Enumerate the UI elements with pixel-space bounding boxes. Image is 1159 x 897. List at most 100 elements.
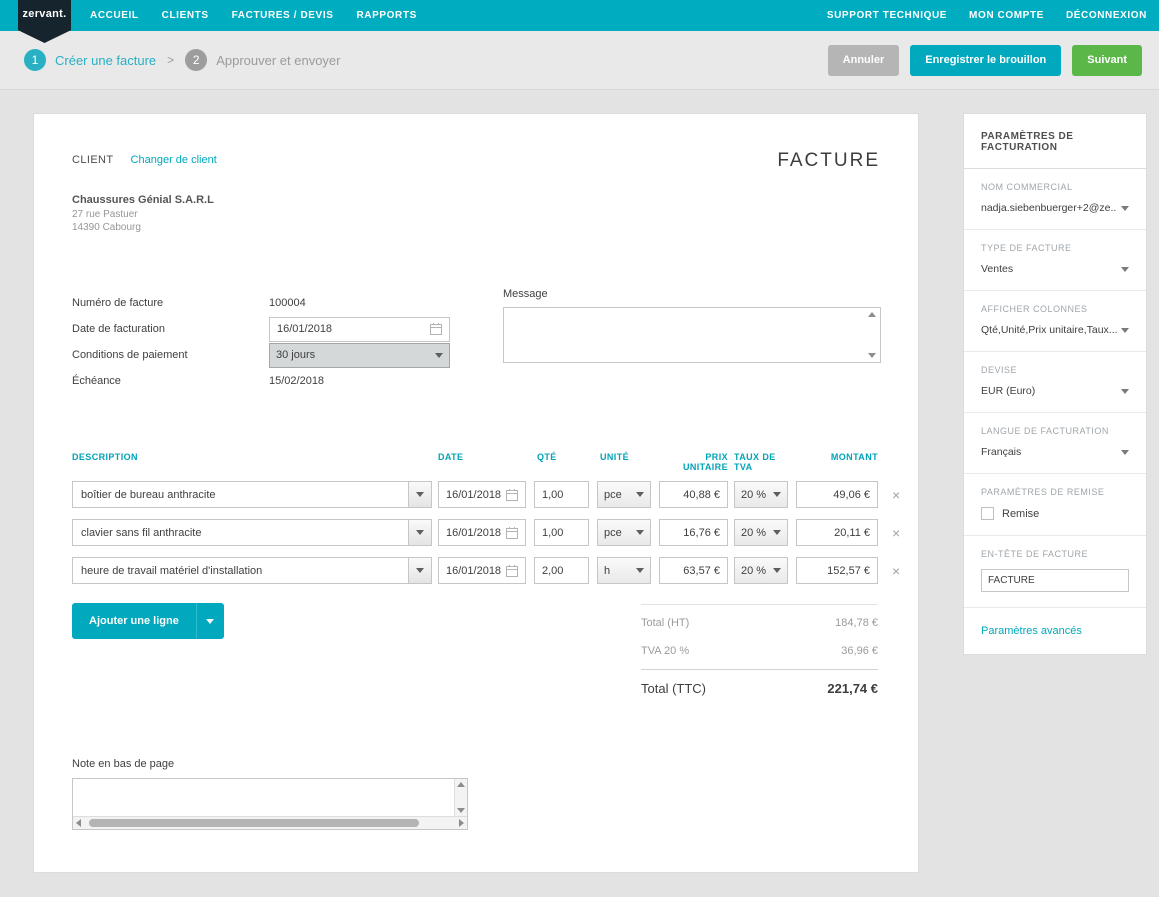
qty-value[interactable] <box>542 558 581 583</box>
qty-input[interactable] <box>534 557 589 584</box>
payment-terms-select[interactable]: 30 jours <box>269 343 450 368</box>
combo-dropdown-button[interactable] <box>408 482 431 507</box>
invoice-title: FACTURE <box>777 150 880 172</box>
invoice-number-row: Numéro de facture 100004 <box>72 290 492 316</box>
language-select[interactable]: Français <box>981 446 1129 458</box>
currency-label: DEVISE <box>981 365 1129 375</box>
unit-price-value[interactable] <box>667 558 720 583</box>
columns-value: Qté,Unité,Prix unitaire,Taux... <box>981 324 1117 336</box>
chevron-down-icon <box>773 568 781 573</box>
line-date-value[interactable] <box>446 520 506 545</box>
advanced-settings-link[interactable]: Paramètres avancés <box>981 625 1082 637</box>
vertical-scrollbar[interactable] <box>454 779 467 816</box>
sidebar-title: PARAMÈTRES DE FACTURATION <box>964 114 1146 169</box>
invoice-date-value[interactable] <box>277 318 430 341</box>
scroll-left-icon[interactable] <box>76 819 81 827</box>
amount-value[interactable] <box>804 520 870 545</box>
step-1-indicator: 1 <box>24 49 46 71</box>
invoice-type-select[interactable]: Ventes <box>981 263 1129 275</box>
invoice-card: CLIENT Changer de client FACTURE Chaussu… <box>33 113 919 873</box>
amount-input[interactable] <box>796 519 878 546</box>
add-line-button[interactable]: Ajouter une ligne <box>72 603 197 639</box>
line-date-input[interactable] <box>438 557 526 584</box>
columns-select[interactable]: Qté,Unité,Prix unitaire,Taux... <box>981 324 1129 336</box>
next-button[interactable]: Suivant <box>1072 45 1142 76</box>
description-combobox[interactable] <box>72 519 432 546</box>
calendar-icon <box>506 527 518 539</box>
nav-item-accueil[interactable]: ACCUEIL <box>90 10 139 21</box>
nav-item-deconnexion[interactable]: DÉCONNEXION <box>1066 10 1147 21</box>
unit-price-value[interactable] <box>667 520 720 545</box>
description-combobox[interactable] <box>72 481 432 508</box>
amount-value[interactable] <box>804 482 870 507</box>
client-info: Chaussures Génial S.A.R.L 27 rue Pastuer… <box>72 194 214 234</box>
invoice-date-input[interactable] <box>269 317 450 342</box>
cancel-button[interactable]: Annuler <box>828 45 900 76</box>
chevron-down-icon <box>1121 450 1129 455</box>
invoice-header-input[interactable] <box>981 569 1129 592</box>
description-input[interactable] <box>73 558 408 583</box>
vat-row: TVA 20 % 36,96 € <box>641 637 878 665</box>
footer-note-textarea[interactable] <box>72 778 468 830</box>
description-input[interactable] <box>73 482 408 507</box>
horizontal-scrollbar[interactable] <box>73 816 467 829</box>
amount-value[interactable] <box>804 558 870 583</box>
currency-select[interactable]: EUR (Euro) <box>981 385 1129 397</box>
header-qty: QTÉ <box>534 452 589 472</box>
chevron-down-icon <box>416 530 424 535</box>
unit-select[interactable]: h <box>597 557 651 584</box>
qty-input[interactable] <box>534 481 589 508</box>
vat-value: 20 % <box>741 489 766 501</box>
unit-price-input[interactable] <box>659 481 728 508</box>
line-date-value[interactable] <box>446 558 506 583</box>
top-nav: ACCUEIL CLIENTS FACTURES / DEVIS RAPPORT… <box>0 0 1159 31</box>
vat-select[interactable]: 20 % <box>734 557 788 584</box>
delete-line-button[interactable]: × <box>892 526 900 540</box>
description-combobox[interactable] <box>72 557 432 584</box>
scroll-right-icon[interactable] <box>459 819 464 827</box>
scroll-up-icon[interactable] <box>457 782 465 787</box>
save-draft-button[interactable]: Enregistrer le brouillon <box>910 45 1061 76</box>
app-screen: ACCUEIL CLIENTS FACTURES / DEVIS RAPPORT… <box>0 0 1159 897</box>
change-client-link[interactable]: Changer de client <box>131 154 217 166</box>
unit-price-value[interactable] <box>667 482 720 507</box>
combo-dropdown-button[interactable] <box>408 558 431 583</box>
nav-item-rapports[interactable]: RAPPORTS <box>356 10 416 21</box>
unit-select[interactable]: pce <box>597 519 651 546</box>
due-date-row: Échéance 15/02/2018 <box>72 368 492 394</box>
invoice-meta-fields: Numéro de facture 100004 Date de factura… <box>72 290 492 394</box>
line-date-value[interactable] <box>446 482 506 507</box>
description-input[interactable] <box>73 520 408 545</box>
scroll-down-icon[interactable] <box>868 353 876 358</box>
amount-input[interactable] <box>796 557 878 584</box>
qty-value[interactable] <box>542 482 581 507</box>
unit-select[interactable]: pce <box>597 481 651 508</box>
nav-item-factures-devis[interactable]: FACTURES / DEVIS <box>232 10 334 21</box>
message-textarea[interactable] <box>503 307 881 363</box>
grand-total-value: 221,74 € <box>827 681 878 696</box>
nav-item-support[interactable]: SUPPORT TECHNIQUE <box>827 10 947 21</box>
scroll-down-icon[interactable] <box>457 808 465 813</box>
vat-select[interactable]: 20 % <box>734 519 788 546</box>
combo-dropdown-button[interactable] <box>408 520 431 545</box>
vat-select[interactable]: 20 % <box>734 481 788 508</box>
nav-item-mon-compte[interactable]: MON COMPTE <box>969 10 1044 21</box>
unit-price-input[interactable] <box>659 557 728 584</box>
chevron-down-icon <box>435 353 443 358</box>
grand-total-row: Total (TTC) 221,74 € <box>641 670 878 707</box>
scrollbar-thumb[interactable] <box>89 819 419 827</box>
nav-item-clients[interactable]: CLIENTS <box>162 10 209 21</box>
discount-checkbox[interactable] <box>981 507 994 520</box>
delete-line-button[interactable]: × <box>892 488 900 502</box>
unit-price-input[interactable] <box>659 519 728 546</box>
amount-input[interactable] <box>796 481 878 508</box>
qty-input[interactable] <box>534 519 589 546</box>
qty-value[interactable] <box>542 520 581 545</box>
chevron-down-icon <box>206 619 214 624</box>
line-date-input[interactable] <box>438 519 526 546</box>
delete-line-button[interactable]: × <box>892 564 900 578</box>
scroll-up-icon[interactable] <box>868 312 876 317</box>
business-name-select[interactable]: nadja.siebenbuerger+2@ze... <box>981 202 1129 214</box>
add-line-dropdown-button[interactable] <box>197 603 224 639</box>
line-date-input[interactable] <box>438 481 526 508</box>
